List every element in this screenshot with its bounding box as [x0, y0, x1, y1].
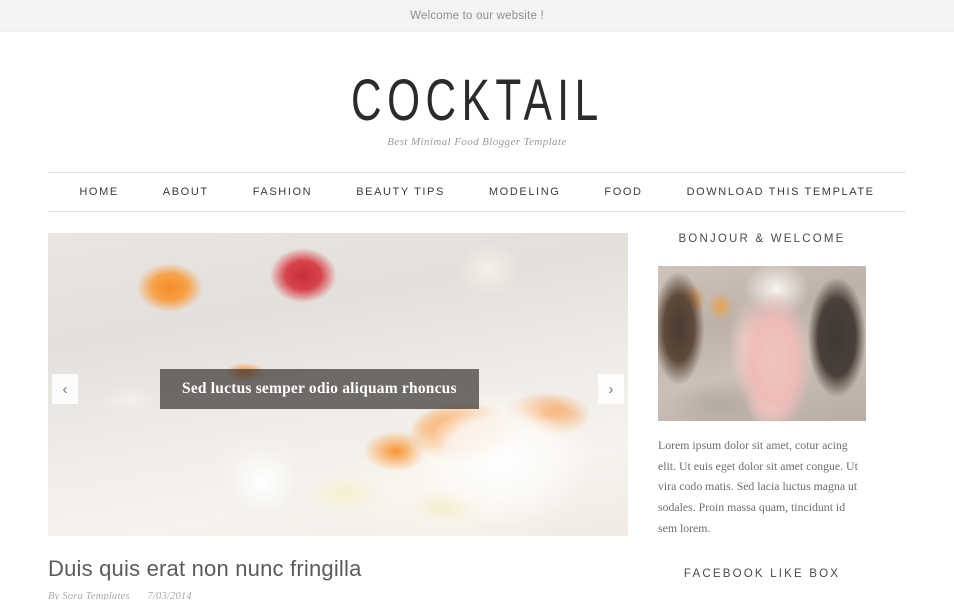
widget-about-text: Lorem ipsum dolor sit amet, cotur acing …: [658, 438, 858, 535]
welcome-message: Welcome to our website !: [410, 9, 544, 22]
widget-profile-image: [658, 266, 866, 421]
slider-caption[interactable]: Sed luctus semper odio aliquam rhoncus: [160, 369, 479, 409]
nav-item-fashion[interactable]: FASHION: [231, 186, 335, 198]
page-container: Sed luctus semper odio aliquam rhoncus ‹…: [48, 233, 906, 600]
post-author: By Sora Templates: [48, 591, 130, 600]
main-navigation: HOME ABOUT FASHION BEAUTY TIPS MODELING …: [48, 172, 906, 212]
widget-title-facebook: FACEBOOK LIKE BOX: [683, 568, 841, 581]
nav-item-download-this-template[interactable]: DOWNLOAD THIS TEMPLATE: [665, 186, 897, 198]
content-column: Sed luctus semper odio aliquam rhoncus ‹…: [48, 233, 628, 600]
site-logo-wrap: COCKTAIL: [0, 70, 954, 129]
post-item: Duis quis erat non nunc fringilla By Sor…: [48, 536, 628, 600]
slider-prev-icon[interactable]: ‹: [52, 374, 78, 404]
post-date: 7/03/2014: [147, 591, 192, 600]
sidebar-column: BONJOUR & WELCOME Lorem ipsum dolor sit …: [658, 233, 866, 600]
nav-item-modeling[interactable]: MODELING: [467, 186, 582, 198]
nav-item-about[interactable]: ABOUT: [141, 186, 231, 198]
nav-item-food[interactable]: FOOD: [582, 186, 664, 198]
post-meta: By Sora Templates 7/03/2014: [48, 591, 628, 600]
top-welcome-bar: Welcome to our website !: [0, 0, 954, 32]
nav-item-beauty-tips[interactable]: BEAUTY TIPS: [334, 186, 467, 198]
widget-title-bonjour: BONJOUR & WELCOME: [678, 233, 846, 245]
slider-next-icon[interactable]: ›: [598, 374, 624, 404]
featured-slider[interactable]: Sed luctus semper odio aliquam rhoncus ‹…: [48, 233, 628, 536]
site-header: COCKTAIL Best Minimal Food Blogger Templ…: [0, 32, 954, 148]
nav-item-home[interactable]: HOME: [57, 186, 140, 198]
nav-list: HOME ABOUT FASHION BEAUTY TIPS MODELING …: [57, 186, 896, 198]
post-title[interactable]: Duis quis erat non nunc fringilla: [48, 556, 362, 581]
widget-facebook-like-box: FACEBOOK LIKE BOX: [658, 568, 866, 580]
widget-bonjour-welcome: BONJOUR & WELCOME Lorem ipsum dolor sit …: [658, 233, 866, 538]
site-logo[interactable]: COCKTAIL: [351, 70, 604, 129]
site-tagline: Best Minimal Food Blogger Template: [387, 136, 567, 148]
